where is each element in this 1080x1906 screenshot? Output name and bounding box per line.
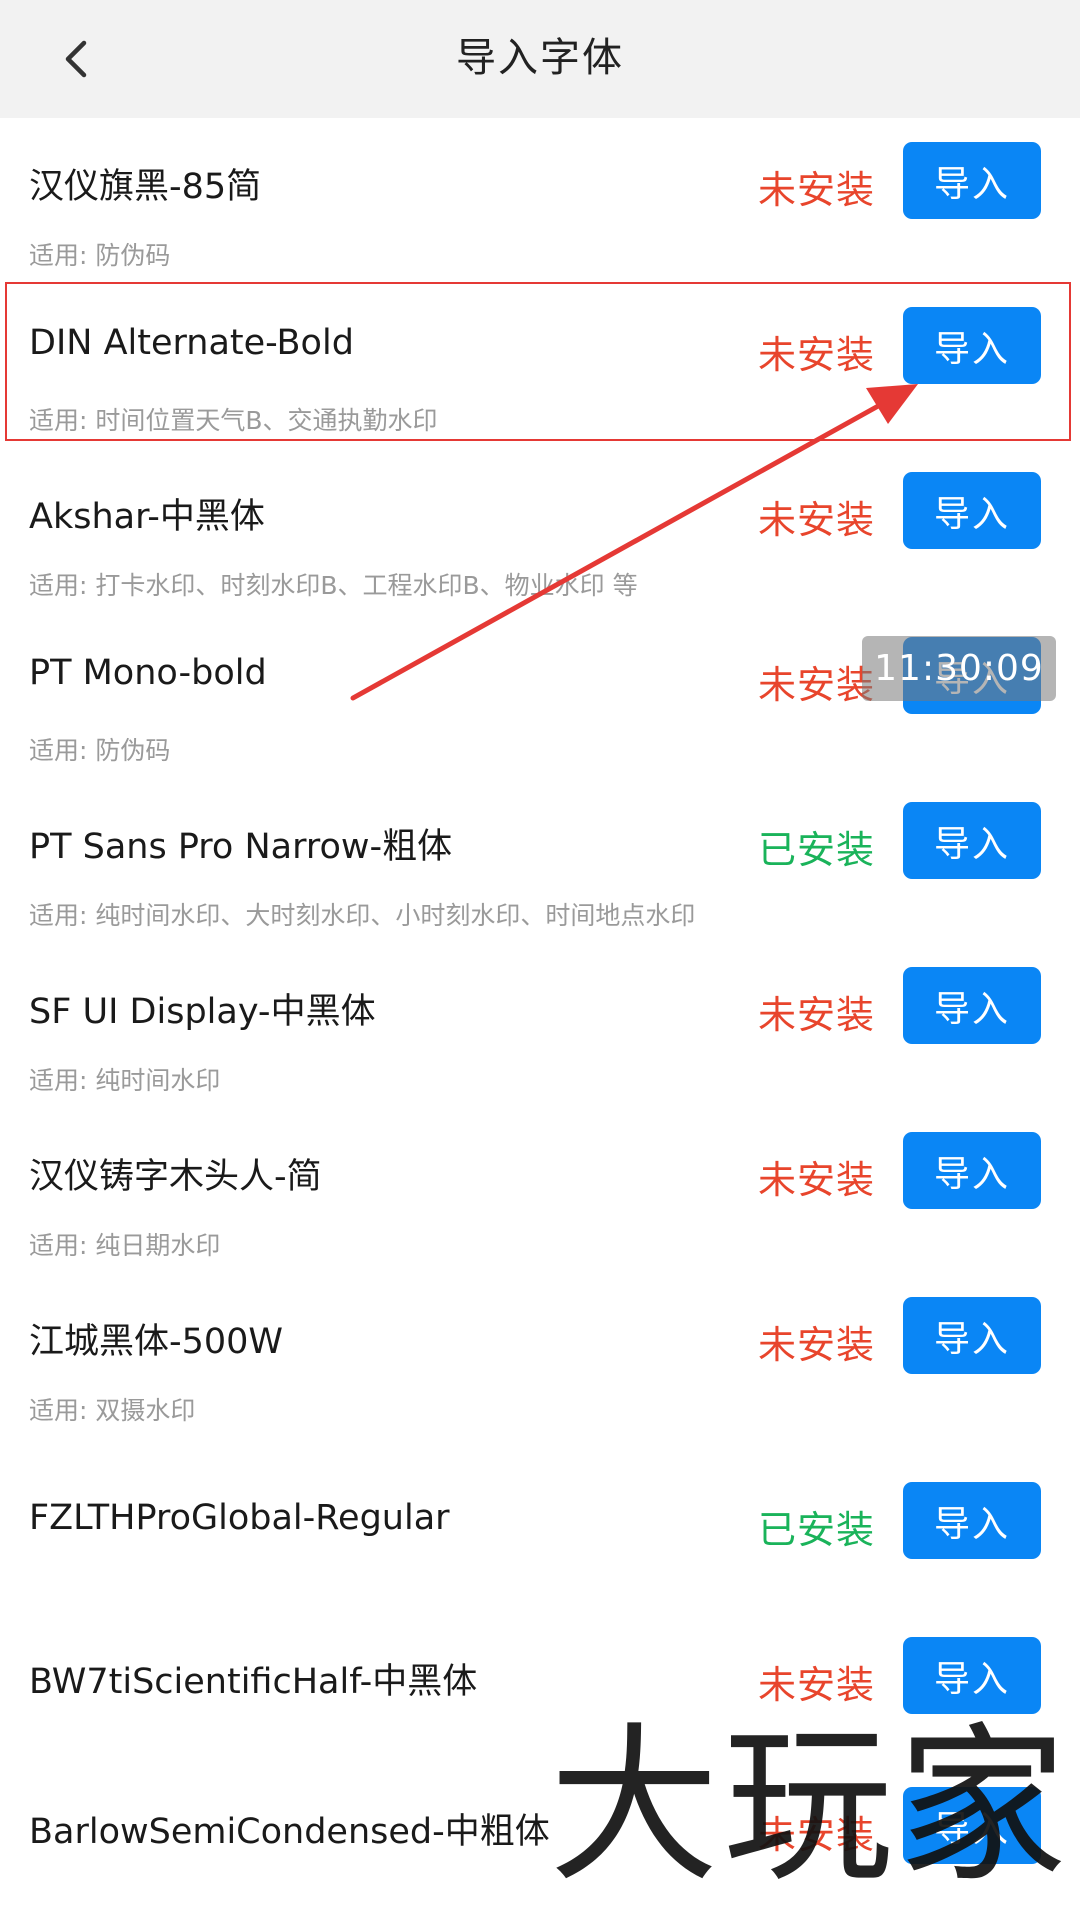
- font-name: BW7tiScientificHalf-中黑体: [29, 1662, 478, 1702]
- font-usage: 适用: 时间位置天气B、交通执勤水印: [29, 406, 438, 435]
- font-name: DIN Alternate-Bold: [29, 323, 354, 363]
- font-usage: 适用: 纯时间水印、大时刻水印、小时刻水印、时间地点水印: [29, 901, 696, 930]
- font-name: BarlowSemiCondensed-中粗体: [29, 1812, 550, 1852]
- top-bar: 导入字体: [0, 0, 1080, 118]
- annotation-arrow: [350, 384, 918, 701]
- import-button[interactable]: 导入: [903, 1482, 1041, 1559]
- font-name: SF UI Display-中黑体: [29, 992, 376, 1032]
- font-usage: 适用: 打卡水印、时刻水印B、工程水印B、物业水印 等: [29, 571, 638, 600]
- watermark-text: 大玩家: [548, 1708, 1071, 1906]
- font-name: 汉仪旗黑-85简: [29, 167, 262, 207]
- font-name: 江城黑体-500W: [29, 1322, 284, 1362]
- import-button[interactable]: 导入: [903, 307, 1041, 384]
- video-timestamp: 11:30:09: [862, 636, 1056, 701]
- font-name: 汉仪铸字木头人-简: [29, 1157, 322, 1197]
- import-button[interactable]: 导入: [903, 967, 1041, 1044]
- font-name: PT Sans Pro Narrow-粗体: [29, 827, 453, 867]
- install-status: 未安装: [758, 498, 876, 542]
- import-button[interactable]: 导入: [903, 1132, 1041, 1209]
- install-status: 未安装: [758, 1323, 876, 1367]
- font-name: Akshar-中黑体: [29, 497, 265, 537]
- import-button[interactable]: 导入: [903, 472, 1041, 549]
- install-status: 未安装: [758, 333, 876, 377]
- import-button[interactable]: 导入: [903, 802, 1041, 879]
- font-name: FZLTHProGlobal-Regular: [29, 1498, 450, 1538]
- font-usage: 适用: 防伪码: [29, 736, 171, 765]
- font-usage: 适用: 防伪码: [29, 241, 171, 270]
- import-button[interactable]: 导入: [903, 1297, 1041, 1374]
- install-status: 未安装: [758, 1158, 876, 1202]
- install-status: 已安装: [758, 828, 876, 872]
- page-title: 导入字体: [456, 35, 624, 81]
- font-usage: 适用: 纯日期水印: [29, 1231, 221, 1260]
- font-name: PT Mono-bold: [29, 653, 267, 693]
- install-status: 未安装: [758, 993, 876, 1037]
- install-status: 未安装: [758, 663, 876, 707]
- install-status: 已安装: [758, 1508, 876, 1552]
- font-usage: 适用: 双摄水印: [29, 1396, 196, 1425]
- install-status: 未安装: [758, 168, 876, 212]
- font-usage: 适用: 纯时间水印: [29, 1066, 221, 1095]
- import-button[interactable]: 导入: [903, 142, 1041, 219]
